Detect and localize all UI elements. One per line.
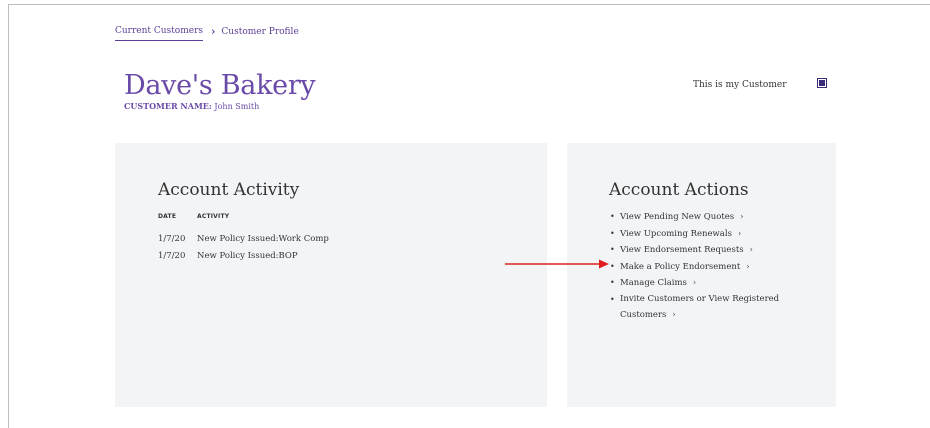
activity-date: 1/7/20 bbox=[158, 251, 186, 261]
action-label: Make a Policy Endorsement bbox=[620, 261, 741, 272]
activity-row: 1/7/20 New Policy Issued:Work Comp bbox=[158, 234, 329, 244]
action-view-endorsement-requests[interactable]: View Endorsement Requests › bbox=[609, 242, 820, 259]
account-activity-title: Account Activity bbox=[158, 180, 300, 200]
action-label: View Pending New Quotes bbox=[620, 212, 735, 222]
activity-row: 1/7/20 New Policy Issued:BOP bbox=[158, 251, 298, 261]
my-customer-label: This is my Customer bbox=[693, 80, 787, 90]
action-label: Manage Claims bbox=[620, 278, 687, 288]
customer-name-label: CUSTOMER NAME: bbox=[124, 101, 212, 111]
action-label: View Upcoming Renewals bbox=[620, 228, 732, 239]
activity-description: New Policy Issued:Work Comp bbox=[197, 234, 329, 244]
column-header-activity: ACTIVITY bbox=[197, 213, 230, 220]
action-view-upcoming-renewals[interactable]: View Upcoming Renewals › bbox=[609, 226, 820, 243]
chevron-right-icon: › bbox=[672, 310, 676, 319]
action-make-policy-endorsement[interactable]: Make a Policy Endorsement › bbox=[609, 259, 820, 276]
action-label: View Endorsement Requests bbox=[620, 245, 744, 255]
breadcrumb-customer-profile: Customer Profile bbox=[221, 26, 299, 37]
chevron-right-icon: › bbox=[211, 25, 216, 38]
activity-description: New Policy Issued:BOP bbox=[197, 251, 298, 261]
activity-date: 1/7/20 bbox=[158, 234, 186, 244]
page-title: Dave's Bakery bbox=[124, 70, 316, 101]
breadcrumb: Current Customers › Customer Profile bbox=[115, 25, 299, 41]
column-header-date: DATE bbox=[158, 213, 177, 220]
account-actions-panel: Account Actions View Pending New Quotes›… bbox=[567, 143, 836, 407]
account-actions-list: View Pending New Quotes› View Upcoming R… bbox=[609, 209, 820, 324]
chevron-right-icon: › bbox=[746, 261, 750, 271]
chevron-right-icon: › bbox=[740, 212, 744, 221]
customer-name-value: John Smith bbox=[211, 102, 260, 111]
chevron-right-icon: › bbox=[737, 228, 742, 238]
chevron-right-icon: › bbox=[692, 278, 697, 287]
account-activity-panel: Account Activity DATE ACTIVITY 1/7/20 New… bbox=[115, 143, 547, 407]
action-manage-claims[interactable]: Manage Claims › bbox=[609, 275, 820, 292]
account-actions-title: Account Actions bbox=[609, 180, 749, 200]
action-view-pending-new-quotes[interactable]: View Pending New Quotes › bbox=[609, 209, 820, 226]
my-customer-checkbox[interactable] bbox=[817, 78, 827, 88]
chevron-right-icon: › bbox=[749, 245, 753, 254]
customer-name-line: CUSTOMER NAME: John Smith bbox=[124, 101, 259, 111]
annotation-arrow-icon bbox=[505, 259, 609, 269]
action-invite-customers[interactable]: Invite Customers or View Registered Cust… bbox=[609, 292, 820, 324]
breadcrumb-current-customers-link[interactable]: Current Customers bbox=[115, 26, 204, 41]
action-label: Invite Customers or View Registered Cust… bbox=[620, 293, 780, 321]
